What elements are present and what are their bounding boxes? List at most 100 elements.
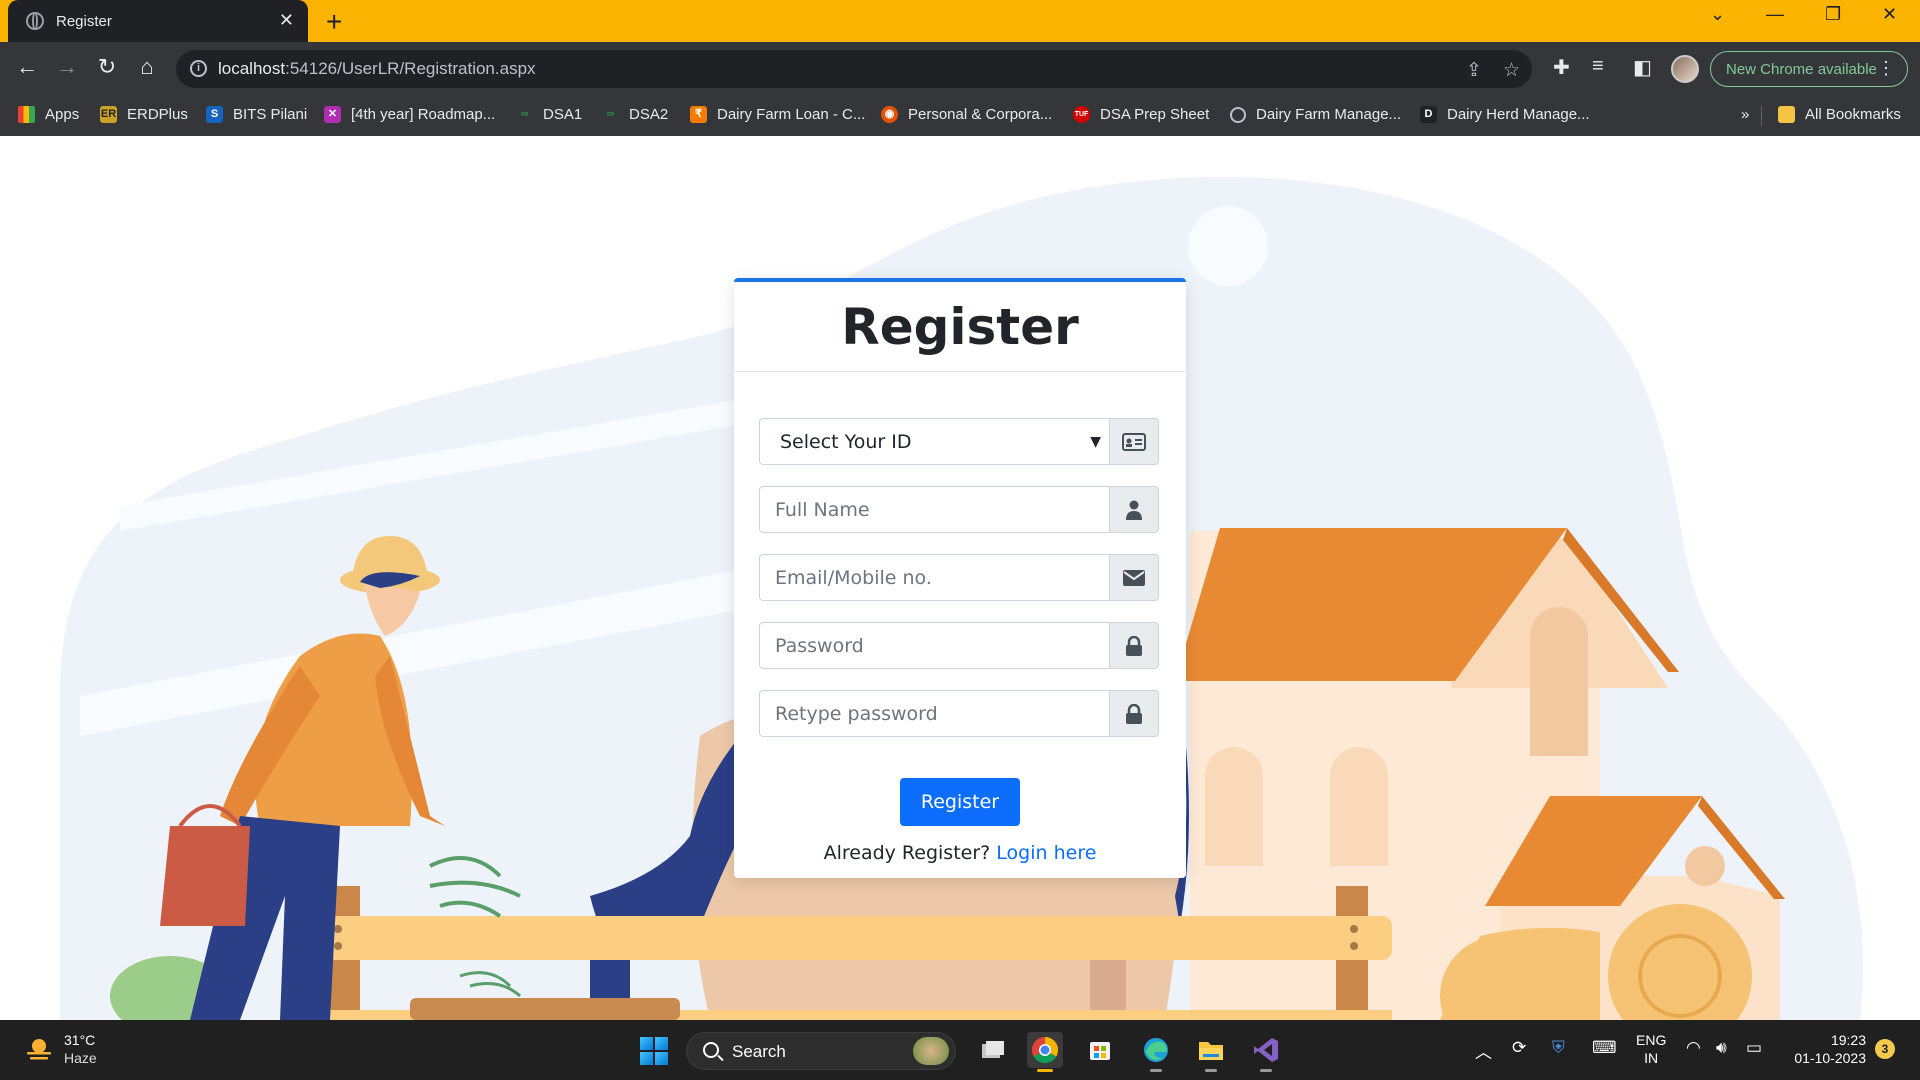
bookmark-label: DSA1 [543,106,583,123]
retype-password-row: Retype password [759,690,1159,737]
security-shield-icon[interactable]: ⛨ [1552,1038,1565,1058]
bookmark-apps[interactable]: Apps [18,106,79,123]
bookmark-personal-corporate[interactable]: ◉ Personal & Corpora... [881,106,1052,123]
battery-icon[interactable]: ▭ [1746,1038,1762,1058]
new-tab-button[interactable]: + [326,6,342,38]
browser-tab-register[interactable]: Register ✕ [8,0,308,42]
full-name-input[interactable]: Full Name [759,486,1110,533]
language-indicator[interactable]: ENG IN [1636,1031,1666,1067]
running-app-indicator [1260,1069,1272,1072]
keyboard-icon[interactable]: ⌨ [1592,1038,1617,1058]
windows-start-button[interactable] [640,1037,668,1065]
browser-toolbar: ← → ↻ ⌂ i localhost:54126/UserLR/Registr… [0,42,1920,96]
profile-avatar[interactable] [1671,55,1699,83]
close-tab-icon[interactable]: ✕ [279,10,294,31]
user-addon [1110,486,1159,533]
forward-button[interactable]: → [52,54,82,80]
minimize-button[interactable]: — [1766,4,1784,25]
password-row: Password [759,622,1159,669]
notification-badge[interactable]: 3 [1875,1039,1895,1059]
task-view-button[interactable] [974,1032,1010,1068]
site-info-icon[interactable]: i [190,60,207,77]
bookmark-dairy-farm-loan[interactable]: ₹ Dairy Farm Loan - C... [690,106,865,123]
folder-icon [1199,1042,1223,1060]
sun-circle [1188,206,1268,286]
file-explorer-taskbar-app[interactable] [1193,1032,1229,1072]
sync-icon[interactable]: ⟳ [1512,1038,1526,1058]
all-bookmarks-button[interactable]: All Bookmarks [1778,106,1901,123]
running-app-indicator [1205,1069,1217,1072]
bookmark-star-icon[interactable]: ☆ [1503,59,1520,82]
region-code: IN [1644,1050,1659,1066]
bookmark-dsa-prep-sheet[interactable]: TUF DSA Prep Sheet [1073,106,1209,123]
id-select[interactable]: Select Your ID ▼ [759,418,1110,465]
close-window-button[interactable]: ✕ [1882,4,1897,25]
id-select-value: Select Your ID [780,430,912,453]
side-panel-icon[interactable]: ◧ [1633,55,1652,80]
extensions-puzzle-icon[interactable]: ✚ [1553,55,1570,80]
more-menu-icon[interactable]: ⋮ [1877,58,1895,79]
store-taskbar-app[interactable] [1082,1032,1118,1068]
reload-button[interactable]: ↻ [92,54,122,80]
retype-password-placeholder: Retype password [775,702,938,725]
bookmark-label: BITS Pilani [233,106,308,123]
fence-rail [320,916,1392,960]
envelope-icon [1123,569,1145,586]
fence-nail [1350,942,1358,950]
home-button[interactable]: ⌂ [132,54,162,80]
task-view-icon [982,1041,1004,1058]
haze-sun-icon [27,1039,51,1060]
id-select-row: Select Your ID ▼ [759,418,1159,465]
bookmark-label: Apps [45,106,80,123]
visual-studio-taskbar-app[interactable] [1248,1032,1284,1072]
roadmap-icon: ✕ [324,106,341,123]
language-code: ENG [1636,1032,1667,1048]
restore-button[interactable]: ❐ [1825,4,1841,25]
register-button[interactable]: Register [900,778,1020,826]
new-chrome-available-button[interactable]: New Chrome available ⋮ [1710,51,1908,87]
email-mobile-input[interactable]: Email/Mobile no. [759,554,1110,601]
bookmark-label: Personal & Corpora... [908,106,1053,123]
bookmark-dsa1[interactable]: ∞ DSA1 [516,106,583,123]
edge-taskbar-app[interactable] [1138,1032,1174,1072]
chrome-taskbar-app[interactable] [1027,1032,1063,1072]
loan-icon: ₹ [690,106,707,123]
search-icon [703,1042,719,1058]
bookmark-erdplus[interactable]: ER ERDPlus [100,106,188,123]
more-bookmarks-icon: » [1741,106,1750,123]
wifi-icon[interactable]: ◠ [1686,1038,1701,1058]
full-name-placeholder: Full Name [775,498,870,521]
taskbar-search[interactable]: Search [686,1032,956,1070]
login-here-link[interactable]: Login here [996,842,1096,864]
bookmark-bits-pilani[interactable]: S BITS Pilani [206,106,307,123]
bookmark-roadmap[interactable]: ✕ [4th year] Roadmap... [324,106,495,123]
volume-icon[interactable]: 🔊︎ [1716,1038,1727,1058]
more-bookmarks-button[interactable]: » [1741,106,1749,123]
bookmarks-divider [1761,106,1762,126]
system-clock[interactable]: 19:23 01-10-2023 [1786,1031,1866,1067]
address-bar[interactable]: i localhost:54126/UserLR/Registration.as… [176,50,1532,88]
bookmark-dairy-farm-manage[interactable]: Dairy Farm Manage... [1230,106,1401,123]
bookmark-label: ERDPlus [127,106,188,123]
url-text[interactable]: localhost:54126/UserLR/Registration.aspx [218,59,536,79]
new-chrome-label: New Chrome available [1726,61,1877,78]
folder-icon [1778,106,1795,123]
globe-icon [26,12,44,30]
bookmarks-bar: Apps ER ERDPlus S BITS Pilani ✕ [4th yea… [0,96,1920,136]
password-placeholder: Password [775,634,864,657]
retype-password-input[interactable]: Retype password [759,690,1110,737]
password-input[interactable]: Password [759,622,1110,669]
media-control-icon[interactable]: ≡ [1592,55,1604,78]
show-hidden-icons-chevron[interactable]: ︿ [1475,1038,1492,1063]
email-row: Email/Mobile no. [759,554,1159,601]
bookmark-dsa2[interactable]: ∞ DSA2 [602,106,669,123]
windows-taskbar: 31°C Haze Search ︿ ⟳ ⛨ ⌨ ENG IN ◠ 🔊︎ ▭ 1… [0,1020,1920,1080]
back-button[interactable]: ← [12,54,42,80]
share-icon[interactable]: ⇪ [1466,59,1482,82]
feed-trough [410,998,680,1020]
house-window [1205,747,1263,866]
bookmark-label: Dairy Farm Loan - C... [717,106,866,123]
temperature-text: 31°C [64,1032,96,1048]
tab-search-chevron-icon[interactable]: ⌄ [1710,4,1725,25]
bookmark-dairy-herd-manage[interactable]: D Dairy Herd Manage... [1420,106,1590,123]
